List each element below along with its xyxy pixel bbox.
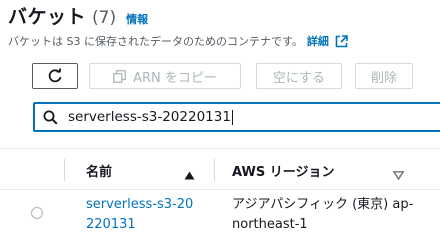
external-link-icon[interactable] (335, 34, 348, 48)
column-region-header[interactable]: AWS リージョン (232, 161, 334, 180)
table-row[interactable]: serverless-s3-20220131 アジアパシフィック (東京) ap… (0, 190, 440, 240)
search-icon (43, 110, 58, 125)
empty-label: 空にする (272, 70, 326, 86)
copy-arn-label: ARN をコピー (133, 70, 217, 86)
empty-button[interactable]: 空にする (256, 63, 342, 89)
search-input[interactable]: serverless-s3-20220131 (33, 102, 440, 132)
search-value[interactable]: serverless-s3-20220131 (68, 109, 233, 125)
row-select-radio[interactable] (31, 207, 43, 219)
column-divider (64, 159, 65, 181)
text-caret (231, 109, 233, 125)
sort-ascending-icon[interactable] (184, 165, 195, 184)
refresh-icon (47, 68, 63, 84)
copy-arn-button[interactable]: ARN をコピー (89, 63, 241, 89)
sort-icon[interactable] (392, 165, 405, 184)
description-text: バケットは S3 に保存されたデータのためのコンテナです。 (8, 35, 303, 48)
table-header: 名前 AWS リージョン (0, 148, 440, 190)
bucket-region: アジアパシフィック (東京) ap-northeast-1 (232, 197, 414, 232)
column-name-header[interactable]: 名前 (86, 161, 112, 180)
refresh-button[interactable] (32, 63, 78, 89)
description: バケットは S3 に保存されたデータのためのコンテナです。 詳細 (8, 33, 348, 49)
page-header: バケット (7) 情報 (8, 2, 148, 29)
delete-label: 削除 (370, 70, 397, 86)
delete-button[interactable]: 削除 (355, 63, 413, 89)
page-title: バケット (8, 6, 87, 28)
column-divider (214, 159, 215, 181)
bucket-count: (7) (92, 8, 117, 28)
copy-icon (113, 69, 126, 83)
info-link[interactable]: 情報 (126, 11, 148, 27)
detail-link[interactable]: 詳細 (307, 33, 329, 49)
bucket-name-link[interactable]: serverless-s3-20220131 (86, 195, 196, 235)
